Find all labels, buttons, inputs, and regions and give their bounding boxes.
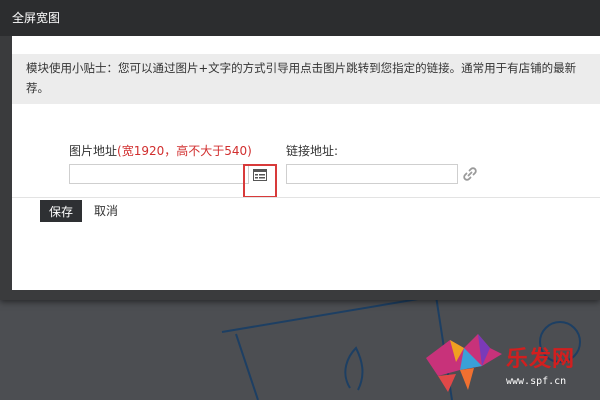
dialog-title: 全屏宽图 <box>0 0 600 36</box>
watermark-logo-text: 乐发网 <box>506 347 576 372</box>
cancel-button[interactable]: 取消 <box>94 200 118 222</box>
image-url-label: 图片地址(宽1920，高不大于540) <box>69 142 252 159</box>
link-url-input[interactable] <box>286 164 458 184</box>
form-divider <box>12 197 600 198</box>
tips-line-2: 荐。 <box>26 81 49 95</box>
tips-line-1: 模块使用小贴士：您可以通过图片+文字的方式引导用点击图片跳转到您指定的链接。通常… <box>26 61 577 75</box>
link-url-label: 链接地址: <box>286 144 339 158</box>
dialog-body: 模块使用小贴士：您可以通过图片+文字的方式引导用点击图片跳转到您指定的链接。通常… <box>12 36 600 290</box>
image-url-label-text: 图片地址 <box>69 144 118 158</box>
link-chain-icon[interactable] <box>462 166 478 182</box>
module-tips: 模块使用小贴士：您可以通过图片+文字的方式引导用点击图片跳转到您指定的链接。通常… <box>12 54 600 104</box>
save-button[interactable]: 保存 <box>40 200 82 222</box>
wide-image-dialog: 全屏宽图 模块使用小贴士：您可以通过图片+文字的方式引导用点击图片跳转到您指定的… <box>0 0 600 300</box>
image-size-hint: (宽1920，高不大于540) <box>117 144 252 158</box>
image-url-input[interactable] <box>69 164 249 184</box>
decor-brush-shape <box>344 346 364 391</box>
image-picker-icon <box>253 169 267 181</box>
watermark-logo-graphic <box>426 334 502 392</box>
decor-frame-shape <box>221 294 453 400</box>
watermark-url: www.spf.cn <box>506 376 567 387</box>
image-picker-button[interactable] <box>243 164 277 198</box>
